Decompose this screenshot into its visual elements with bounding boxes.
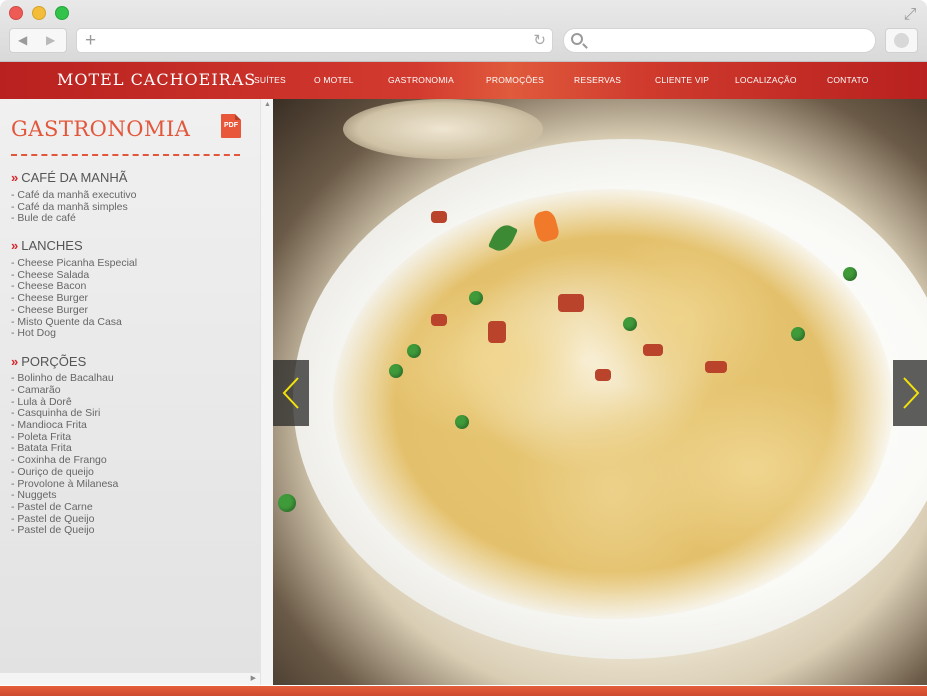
menu-item[interactable]: - Pastel de Carne [11,501,93,513]
section-marker: » [11,170,19,185]
menu-item[interactable]: - Bule de café [11,212,76,224]
bread-shape [343,99,543,159]
page-title: GASTRONOMIA [11,117,191,141]
site-logo[interactable]: MOTEL CACHOEIRAS [57,70,256,89]
menu-item[interactable]: - Pastel de Queijo [11,524,94,536]
vertical-scrollbar[interactable]: ▲ [260,99,273,685]
section-marker: » [11,354,19,369]
menu-item[interactable]: - Bolinho de Bacalhau [11,372,114,384]
menu-item[interactable]: - Hot Dog [11,327,56,339]
menu-item[interactable]: - Cheese Burger [11,292,88,304]
slideshow-prev-button[interactable] [273,360,309,426]
pea [278,494,296,512]
pdf-download-icon[interactable]: PDF [221,114,241,138]
browser-search-input[interactable] [563,28,876,53]
nav-o-motel[interactable]: O MOTEL [314,75,354,85]
nav-localizacao[interactable]: LOCALIZAÇÃO [735,75,797,85]
section-heading-label: CAFÉ DA MANHÃ [21,170,128,185]
nav-gastronomia[interactable]: GASTRONOMIA [388,75,454,85]
pea [623,317,637,331]
scroll-right-icon[interactable]: ▶ [251,674,256,682]
browser-chrome: ⤢ ◀ ▶ + ↻ [0,0,927,62]
pea [455,415,469,429]
bacon-bit [431,314,447,326]
bacon-bit [643,344,663,356]
chevron-right-icon [903,377,920,409]
menu-item[interactable]: - Mandioca Frita [11,419,87,431]
pea [791,327,805,341]
site-header: MOTEL CACHOEIRAS SUÍTES O MOTEL GASTRONO… [0,62,927,99]
section-heading-lanches: » LANCHES [11,238,83,253]
nav-suites[interactable]: SUÍTES [254,75,286,85]
menu-item[interactable]: - Cheese Bacon [11,280,86,292]
pea [469,291,483,305]
menu-item[interactable]: - Camarão [11,384,61,396]
history-nav: ◀ ▶ [9,28,67,53]
menu-item[interactable]: - Café da manhã executivo [11,189,137,201]
back-icon[interactable]: ◀ [18,33,27,47]
search-icon [571,33,583,45]
close-window-button[interactable] [9,6,23,20]
section-heading-porcoes: » PORÇÕES [11,354,86,369]
reload-icon[interactable]: ↻ [533,31,546,49]
horizontal-scrollbar[interactable]: ▶ [0,672,260,685]
bacon-bit [431,211,447,223]
forward-icon[interactable]: ▶ [46,33,55,47]
section-marker: » [11,238,19,253]
menu-item[interactable]: - Nuggets [11,489,57,501]
chevron-left-icon [282,377,299,409]
pea [389,364,403,378]
minimize-window-button[interactable] [32,6,46,20]
bacon-bit [595,369,611,381]
new-tab-icon[interactable]: + [85,30,96,52]
pea [843,267,857,281]
maximize-window-button[interactable] [55,6,69,20]
bacon-bit [558,294,584,312]
extension-icon [894,33,909,48]
nav-reservas[interactable]: RESERVAS [574,75,621,85]
menu-item[interactable]: - Cheese Burger [11,304,88,316]
menu-item[interactable]: - Cheese Picanha Especial [11,257,137,269]
nav-cliente-vip[interactable]: CLIENTE VIP [655,75,709,85]
footer-bar [0,685,927,696]
pasta-shape [333,189,893,619]
section-heading-label: LANCHES [21,238,83,253]
slideshow-next-button[interactable] [893,360,927,426]
section-heading-cafe: » CAFÉ DA MANHÃ [11,170,127,185]
menu-item[interactable]: - Batata Frita [11,442,72,454]
menu-item[interactable]: - Ouriço de queijo [11,466,94,478]
pea [407,344,421,358]
title-divider [11,154,240,156]
nav-promocoes[interactable]: PROMOÇÕES [486,75,544,85]
section-heading-label: PORÇÕES [21,354,87,369]
extension-button[interactable] [885,28,918,53]
menu-item[interactable]: - Casquinha de Siri [11,407,100,419]
dish-photo [273,99,927,685]
scroll-up-icon[interactable]: ▲ [264,101,271,108]
expand-icon[interactable]: ⤢ [901,6,919,24]
menu-item[interactable]: - Coxinha de Frango [11,454,107,466]
bacon-bit [488,321,506,343]
nav-contato[interactable]: CONTATO [827,75,869,85]
bacon-bit [705,361,727,373]
address-bar[interactable]: + ↻ [76,28,553,53]
